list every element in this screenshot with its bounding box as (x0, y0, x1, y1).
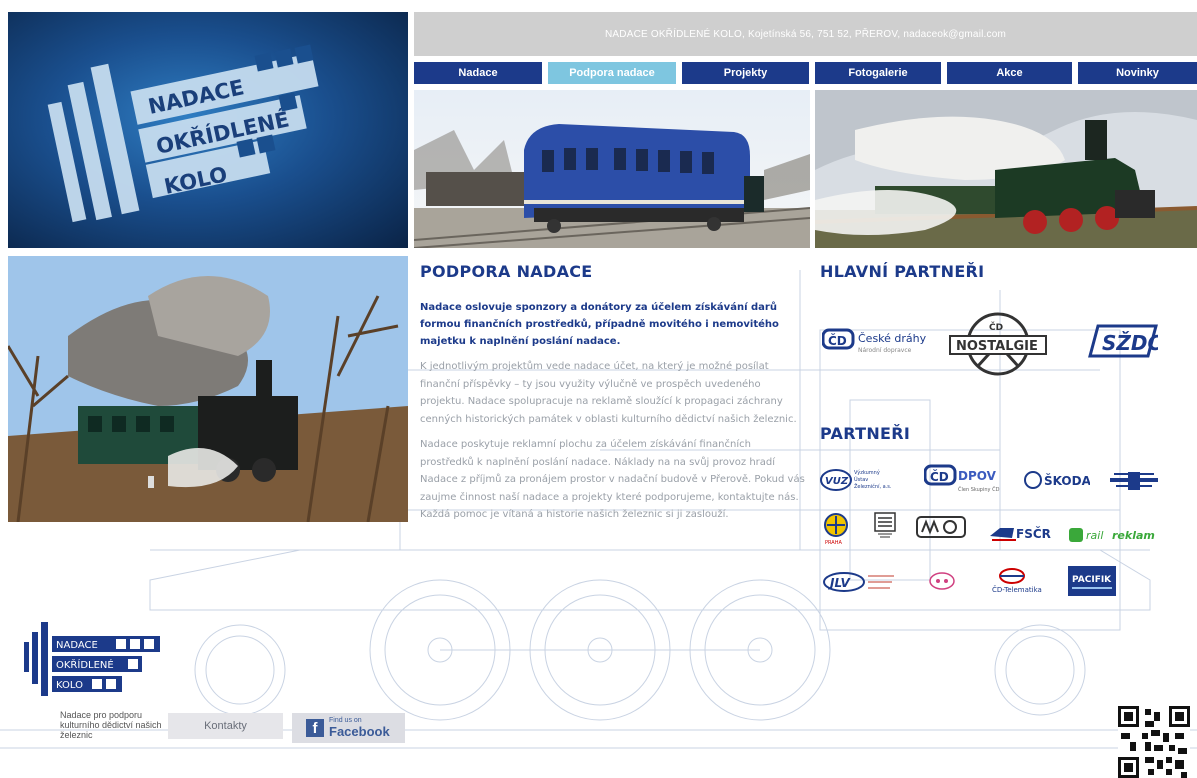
facebook-icon: f (306, 719, 324, 737)
hero-logo-panel[interactable]: NADACE OKŘÍDLENÉ KOLO (8, 12, 408, 248)
dpov-text: DPOV (958, 469, 997, 483)
nav-item-fotogalerie[interactable]: Fotogalerie (815, 62, 941, 84)
svg-text:ČD: ČD (828, 333, 847, 348)
partner-mzd[interactable] (916, 514, 966, 540)
footer-caption: Nadace pro podporu kulturního dědictví n… (60, 710, 162, 740)
facebook-label: Facebook (329, 724, 390, 739)
nostalgie-top: ČD (989, 321, 1003, 333)
winged-wheel-logo: NADACE OKŘÍDLENÉ KOLO (47, 44, 319, 223)
railreklam-text-b: reklam (1112, 529, 1155, 542)
partner-fscr[interactable]: FSČR (990, 524, 1062, 542)
page-title: PODPORA NADACE (420, 262, 593, 281)
pacifik-text: PACIFIK (1072, 575, 1112, 585)
partner-vuz[interactable]: VUZ Výzkumný Ústav Železniční, a.s. (820, 466, 900, 494)
railreklam-text-a: rail (1086, 529, 1103, 542)
ceske-drahy-name: České dráhy (858, 332, 927, 345)
contacts-button[interactable]: Kontakty (168, 713, 283, 739)
nav-item-podpora-nadace[interactable]: Podpora nadace (548, 62, 676, 84)
svg-text:ČD: ČD (930, 469, 949, 484)
qr-code[interactable] (1118, 706, 1190, 778)
partner-pink-emblem[interactable] (928, 570, 956, 592)
nav-item-nadace[interactable]: Nadace (414, 62, 542, 84)
photo-blue-railcar[interactable] (414, 90, 810, 248)
facebook-button[interactable]: f Find us on Facebook (292, 713, 405, 743)
partner-pacifik[interactable]: PACIFIK (1068, 566, 1116, 596)
lead-paragraph: Nadace oslovuje sponzory a donátory za ú… (420, 302, 779, 347)
vuz-line-1: Výzkumný (854, 469, 880, 476)
nav-item-akce[interactable]: Akce (947, 62, 1072, 84)
nav-item-projekty[interactable]: Projekty (682, 62, 809, 84)
contact-line: NADACE OKŘÍDLENÉ KOLO, Kojetínská 56, 75… (604, 28, 1007, 40)
praha-text: PRAHA (825, 540, 842, 546)
partner-cd-wings[interactable] (1110, 468, 1158, 492)
vuz-text: VUZ (825, 476, 849, 487)
footer-logo-line-okridlene: OKŘÍDLENÉ (56, 658, 114, 671)
footer-logo-line-nadace: NADACE (56, 640, 98, 651)
partner-jlv[interactable]: JLV (822, 570, 896, 594)
fscr-text: FSČR (1016, 526, 1051, 541)
partner-skoda[interactable]: ŠKODA (1024, 470, 1090, 490)
partner-praha[interactable]: PRAHA (822, 512, 852, 546)
szdc-text: SŽDC (1102, 331, 1158, 355)
nostalgie-text: NOSTALGIE (956, 339, 1038, 354)
dpov-sub: Člen Skupiny ČD (958, 486, 1000, 493)
cd-telematika-text: ČD-Telematika (992, 585, 1042, 594)
partner-cd-nostalgie[interactable]: ČD NOSTALGIE (948, 308, 1048, 380)
footer-logo[interactable]: NADACE OKŘÍDLENÉ KOLO (20, 620, 170, 714)
partner-railreklam[interactable]: rail reklam (1068, 526, 1160, 544)
skoda-text: ŠKODA (1044, 473, 1090, 488)
partner-cd-telematika[interactable]: ČD-Telematika (990, 566, 1056, 596)
vuz-line-3: Železniční, a.s. (854, 482, 892, 490)
main-navigation: Nadace Podpora nadace Projekty Fotogaler… (414, 62, 1197, 84)
partners-column: HLAVNÍ PARTNEŘI ČD České dráhy Národní d… (820, 262, 1190, 596)
photo-steam-locomotive[interactable] (815, 90, 1197, 248)
partners-title: PARTNEŘI (820, 424, 911, 443)
partner-dpov[interactable]: ČD DPOV Člen Skupiny ČD (924, 464, 1008, 494)
body-paragraph-1: K jednotlivým projektům vede nadace účet… (420, 361, 797, 425)
contact-bar: NADACE OKŘÍDLENÉ KOLO, Kojetínská 56, 75… (414, 12, 1197, 56)
ceske-drahy-sub: Národní dopravce (858, 347, 912, 354)
body-paragraph-2: Nadace poskytuje reklamní plochu za účel… (420, 439, 805, 520)
main-partners-title: HLAVNÍ PARTNEŘI (820, 262, 985, 281)
photo-tank-locomotive[interactable] (8, 256, 408, 522)
partner-ceske-drahy[interactable]: ČD České dráhy Národní dopravce (822, 326, 940, 356)
partner-szdc[interactable]: SŽDC (1088, 324, 1158, 358)
vuz-line-2: Ústav (854, 476, 868, 483)
partner-museum-emblem[interactable] (874, 512, 896, 540)
footer-logo-line-kolo: KOLO (56, 680, 83, 691)
jlv-text: JLV (828, 576, 851, 590)
nav-item-novinky[interactable]: Novinky (1078, 62, 1197, 84)
main-content: PODPORA NADACE Nadace oslovuje sponzory … (420, 262, 805, 532)
